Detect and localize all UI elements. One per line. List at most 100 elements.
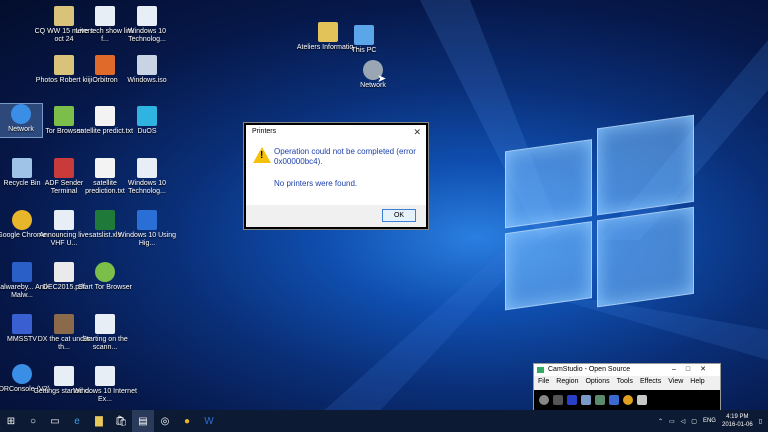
camstudio-menubar: File Region Options Tools Effects View H… [534, 376, 720, 387]
annotation-icon[interactable] [595, 395, 605, 405]
clock[interactable]: 4:19 PM 2016-01-06 [722, 413, 753, 429]
ok-button[interactable]: OK [382, 209, 416, 222]
close-icon[interactable]: ✕ [413, 125, 421, 139]
store-icon[interactable]: 🛍 [110, 410, 132, 432]
shortcut-icon [54, 366, 74, 386]
window-controls[interactable]: –□✕ [672, 364, 716, 376]
camstudio-taskbar-icon[interactable]: ◎ [154, 410, 176, 432]
camstudio-titlebar: CamStudio - Open Source –□✕ [534, 364, 720, 376]
text-file-icon [95, 158, 115, 178]
excel-file-icon [95, 210, 115, 230]
dialog-footer: OK [246, 205, 426, 227]
desktop-icon-label: Windows 10 Technolog... [127, 28, 167, 43]
desktop-icon-label: Windows 10 Technolog... [127, 180, 167, 195]
desktop-icon-label: Windows 10 Using Hig... [118, 232, 176, 247]
taskbar: ⊞ ○ ▭ e ▇ 🛍 ▤ ◎ ● W ⌃ ▭ ◁ ▢ ENG 4:19 PM … [0, 410, 768, 432]
search-icon[interactable]: ○ [22, 410, 44, 432]
text-file-icon [95, 106, 115, 126]
malwarebytes-icon [12, 262, 32, 282]
printers-dialog: Printers ✕ ! Operation could not be comp… [244, 123, 428, 229]
desktop-icon-windows10-tech[interactable]: Windows 10 Technolog... [115, 6, 179, 44]
app-icon [137, 106, 157, 126]
system-tray: ⌃ ▭ ◁ ▢ ENG 4:19 PM 2016-01-06 ▯ [658, 410, 768, 432]
folder-icon [54, 55, 74, 75]
menu-region[interactable]: Region [556, 376, 578, 387]
start-windows-icon[interactable]: ⊞ [0, 410, 22, 432]
desktop-icon-windows10-tech-2[interactable]: Windows 10 Technolog... [115, 158, 179, 196]
shortcut-icon [95, 314, 115, 334]
shortcut-icon [137, 158, 157, 178]
recycle-bin-icon [12, 158, 32, 178]
desktop-icon-network-drag[interactable]: Network [341, 60, 405, 90]
menu-view[interactable]: View [668, 376, 683, 387]
chrome-icon [12, 210, 32, 230]
network-tray-icon[interactable]: ▭ [669, 418, 675, 425]
desktop-icon-label: DuOS [137, 128, 157, 135]
stop-icon[interactable] [567, 395, 577, 405]
windows-logo-wallpaper [505, 114, 695, 317]
pdf-file-icon [54, 262, 74, 282]
menu-tools[interactable]: Tools [617, 376, 633, 387]
desktop-icon-label: This PC [351, 47, 377, 54]
clock-time: 4:19 PM [726, 414, 749, 420]
menu-effects[interactable]: Effects [640, 376, 661, 387]
region-icon[interactable] [581, 395, 591, 405]
edge-icon[interactable]: e [66, 410, 88, 432]
desktop-icon-start-tor[interactable]: Start Tor Browser [73, 262, 137, 292]
file-explorer-icon[interactable]: ▇ [88, 410, 110, 432]
dialog-detail: No printers were found. [274, 179, 358, 188]
desktop-icon-label: Starting on the scann... [82, 336, 128, 351]
desktop-icon-windows10-using[interactable]: Windows 10 Using Hig... [115, 210, 179, 248]
record-icon[interactable] [539, 395, 549, 405]
word-icon[interactable]: W [198, 410, 220, 432]
task-view-icon[interactable]: ▭ [44, 410, 66, 432]
app-icon [12, 314, 32, 334]
menu-options[interactable]: Options [585, 376, 609, 387]
shortcut-icon [95, 366, 115, 386]
app-icon [95, 55, 115, 75]
cursor-icon[interactable] [637, 395, 647, 405]
computer-icon [354, 25, 374, 45]
network-icon [11, 104, 31, 124]
chrome-icon[interactable]: ● [176, 410, 198, 432]
camstudio-logo-icon [537, 367, 544, 373]
camstudio-window: CamStudio - Open Source –□✕ File Region … [533, 363, 721, 412]
desktop-icon-label: Network [360, 82, 386, 89]
disc-image-icon [137, 55, 157, 75]
camstudio-title: CamStudio - Open Source [548, 366, 631, 373]
desktop-icon-label: Windows.iso [127, 77, 167, 84]
shortcut-icon [95, 6, 115, 26]
settings-icon[interactable] [609, 395, 619, 405]
running-app-icon[interactable]: ▤ [132, 410, 154, 432]
desktop-icon-windows10-ie[interactable]: Windows 10 Internet Ex... [73, 366, 137, 404]
language-indicator[interactable]: ENG [703, 418, 716, 424]
image-file-icon [54, 314, 74, 334]
desktop-icon-starting-scanner[interactable]: Starting on the scann... [73, 314, 137, 352]
shortcut-icon [137, 210, 157, 230]
volume-icon[interactable]: ◁ [681, 418, 686, 425]
effects-icon[interactable] [623, 395, 633, 405]
shortcut-icon [137, 6, 157, 26]
dialog-message: Operation could not be completed (error … [274, 147, 416, 166]
notification-chevron-icon[interactable]: ⌃ [658, 418, 663, 425]
desktop-icon-label: Start Tor Browser [78, 284, 132, 291]
warning-icon: ! [253, 147, 271, 163]
dialog-titlebar: Printers ✕ [246, 125, 426, 139]
desktop-icon-label: Windows 10 Internet Ex... [73, 388, 137, 403]
app-icon [54, 158, 74, 178]
shortcut-icon [54, 210, 74, 230]
app-icon [12, 364, 32, 384]
menu-file[interactable]: File [538, 376, 549, 387]
desktop-icon-windows-iso[interactable]: Windows.iso [115, 55, 179, 85]
desktop-icon-duos[interactable]: DuOS [115, 106, 179, 136]
notifications-icon[interactable]: ▯ [759, 418, 762, 425]
desktop-icon-this-pc[interactable]: This PC [332, 25, 396, 55]
pause-icon[interactable] [553, 395, 563, 405]
clock-date: 2016-01-06 [721, 422, 753, 428]
dialog-title: Printers [252, 128, 277, 135]
folder-icon [54, 6, 74, 26]
folder-icon [54, 106, 74, 126]
tor-browser-icon [95, 262, 115, 282]
menu-help[interactable]: Help [690, 376, 704, 387]
action-center-icon[interactable]: ▢ [691, 418, 697, 425]
